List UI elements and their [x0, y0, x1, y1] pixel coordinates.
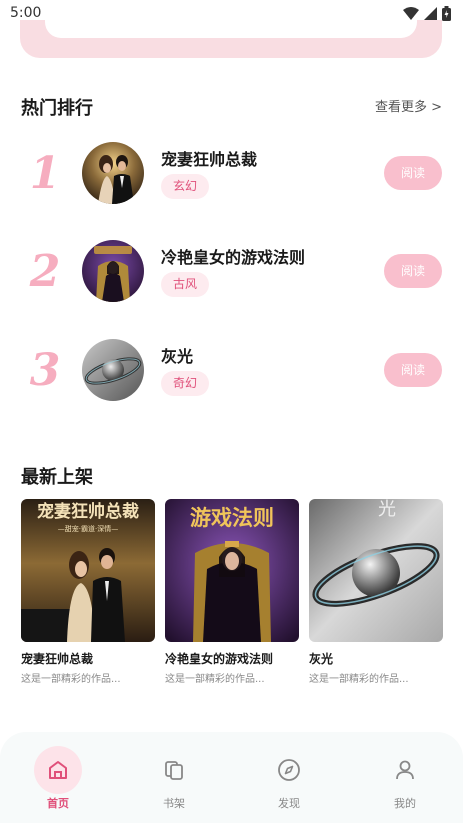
genre-tag: 玄幻: [161, 174, 210, 199]
bottom-nav: 首页 书架 发现 我的: [0, 732, 463, 823]
nav-icon-wrap: [265, 746, 313, 794]
book-cover[interactable]: [82, 240, 144, 302]
book-card[interactable]: 光 灰光 这是一部精彩的作品...: [309, 499, 443, 685]
rank-number: 2: [29, 246, 61, 297]
book-card[interactable]: 宠妻狂帅总裁 —甜宠·霸道·深情— 宠妻狂帅总裁 这是一部精彩的作品...: [21, 499, 155, 685]
read-button[interactable]: 阅读: [384, 353, 442, 387]
book-cover[interactable]: [82, 142, 144, 204]
nav-item-profile[interactable]: 我的: [370, 746, 440, 816]
cover-subtitle: —甜宠·霸道·深情—: [58, 524, 118, 533]
signal-icon: [424, 6, 437, 20]
book-description: 这是一部精彩的作品...: [165, 674, 265, 685]
status-time: 5:00: [10, 5, 42, 21]
user-icon: [396, 760, 414, 780]
book-title: 冷艳皇女的游戏法则: [161, 248, 306, 267]
book-description: 这是一部精彩的作品...: [21, 674, 121, 685]
book-cover[interactable]: 光: [309, 499, 443, 642]
banner-inner: [45, 20, 417, 38]
wifi-icon: [403, 6, 419, 20]
status-icons: [403, 5, 451, 21]
rank-row[interactable]: 1 宠妻狂帅总裁 玄幻 阅读: [0, 138, 463, 208]
rank-row[interactable]: 3 灰光 奇幻 阅读: [0, 335, 463, 405]
nav-icon-wrap: [34, 746, 82, 794]
nav-item-discover[interactable]: 发现: [254, 746, 324, 816]
rank-number: 1: [29, 148, 61, 199]
read-button[interactable]: 阅读: [384, 254, 442, 288]
bookshelf-icon: [165, 761, 183, 780]
book-title: 冷艳皇女的游戏法则: [165, 652, 274, 666]
cover-title: 游戏法则: [190, 505, 274, 530]
book-title: 灰光: [309, 652, 334, 666]
nav-item-home[interactable]: 首页: [23, 746, 93, 816]
read-button[interactable]: 阅读: [384, 156, 442, 190]
nav-icon-wrap: [381, 746, 429, 794]
book-cover[interactable]: 宠妻狂帅总裁 —甜宠·霸道·深情—: [21, 499, 155, 642]
cover-title: 光: [378, 499, 396, 520]
rank-row[interactable]: 2 冷艳皇女的游戏法则 古风 阅读: [0, 236, 463, 306]
see-more-link[interactable]: 查看更多 >: [375, 96, 442, 115]
latest-section-title: 最新上架: [21, 467, 93, 488]
compass-icon: [278, 759, 300, 781]
home-icon: [49, 761, 67, 779]
nav-label: 首页: [47, 797, 69, 810]
nav-label: 发现: [278, 797, 300, 810]
battery-icon: [442, 5, 451, 21]
book-card[interactable]: 游戏法则 冷艳皇女的游戏法则 这是一部精彩的作品...: [165, 499, 299, 685]
book-description: 这是一部精彩的作品...: [309, 674, 409, 685]
book-cover[interactable]: [82, 339, 144, 401]
book-title: 宠妻狂帅总裁: [161, 150, 258, 169]
book-title: 灰光: [161, 347, 194, 366]
rank-number: 3: [29, 345, 61, 396]
nav-item-bookshelf[interactable]: 书架: [139, 746, 209, 816]
genre-tag: 古风: [161, 272, 210, 297]
nav-label: 我的: [394, 797, 416, 810]
genre-tag: 奇幻: [161, 371, 210, 396]
book-title: 宠妻狂帅总裁: [21, 652, 94, 666]
book-cover[interactable]: 游戏法则: [165, 499, 299, 642]
hot-section-title: 热门排行: [21, 98, 93, 119]
nav-label: 书架: [163, 797, 185, 810]
nav-icon-wrap: [150, 746, 198, 794]
cover-title: 宠妻狂帅总裁: [37, 501, 139, 522]
